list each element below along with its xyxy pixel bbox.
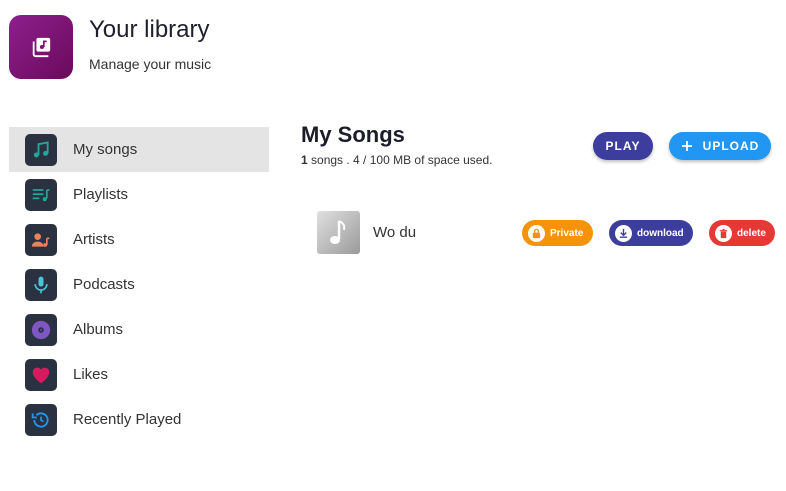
upload-button[interactable]: UPLOAD [669, 132, 771, 160]
sidebar-item-label: My songs [73, 141, 138, 158]
download-button[interactable]: download [609, 220, 693, 246]
lock-icon [528, 224, 545, 242]
delete-label: delete [737, 227, 766, 239]
sidebar-item-label: Likes [73, 366, 109, 383]
sidebar-item-label: Recently Played [73, 411, 182, 428]
sidebar-item-label: Albums [73, 321, 124, 338]
private-toggle-button[interactable]: Private [522, 220, 593, 246]
page-title: Your library [89, 16, 210, 43]
private-label: Private [550, 227, 584, 239]
song-cover [317, 211, 360, 254]
history-icon [25, 403, 57, 436]
song-count: 1 [301, 153, 308, 167]
sidebar-item-artists[interactable]: Artists [9, 217, 269, 262]
sidebar-item-likes[interactable]: Likes [9, 352, 269, 397]
sidebar-item-playlists[interactable]: Playlists [9, 172, 269, 217]
sidebar-item-recently-played[interactable]: Recently Played [9, 397, 269, 442]
upload-label: UPLOAD [702, 139, 760, 153]
delete-button[interactable]: delete [709, 220, 775, 246]
library-logo [9, 15, 73, 79]
music-library-icon [32, 37, 51, 58]
download-label: download [637, 227, 684, 239]
sidebar: My songs Playlists Artists Podcasts Albu… [9, 127, 269, 442]
page-subtitle: Manage your music [89, 56, 212, 72]
sidebar-item-albums[interactable]: Albums [9, 307, 269, 352]
sidebar-item-label: Artists [73, 231, 115, 248]
album-icon [25, 313, 57, 346]
music-note-icon [25, 133, 57, 166]
music-note-icon [329, 219, 345, 244]
microphone-icon [25, 268, 57, 301]
plus-icon [681, 141, 692, 151]
heart-icon [25, 358, 57, 391]
usage-text: songs . 4 / 100 MB of space used. [307, 153, 493, 167]
sidebar-item-label: Podcasts [73, 276, 135, 293]
playlist-icon [25, 178, 57, 211]
trash-icon [715, 224, 732, 242]
play-button[interactable]: PLAY [593, 132, 653, 160]
download-icon [615, 224, 632, 242]
artist-icon [25, 223, 57, 256]
sidebar-item-label: Playlists [73, 186, 129, 203]
sidebar-item-my-songs[interactable]: My songs [9, 127, 269, 172]
song-title[interactable]: Wo du [373, 224, 416, 241]
library-header: Your library Manage your music [9, 15, 211, 79]
sidebar-item-podcasts[interactable]: Podcasts [9, 262, 269, 307]
